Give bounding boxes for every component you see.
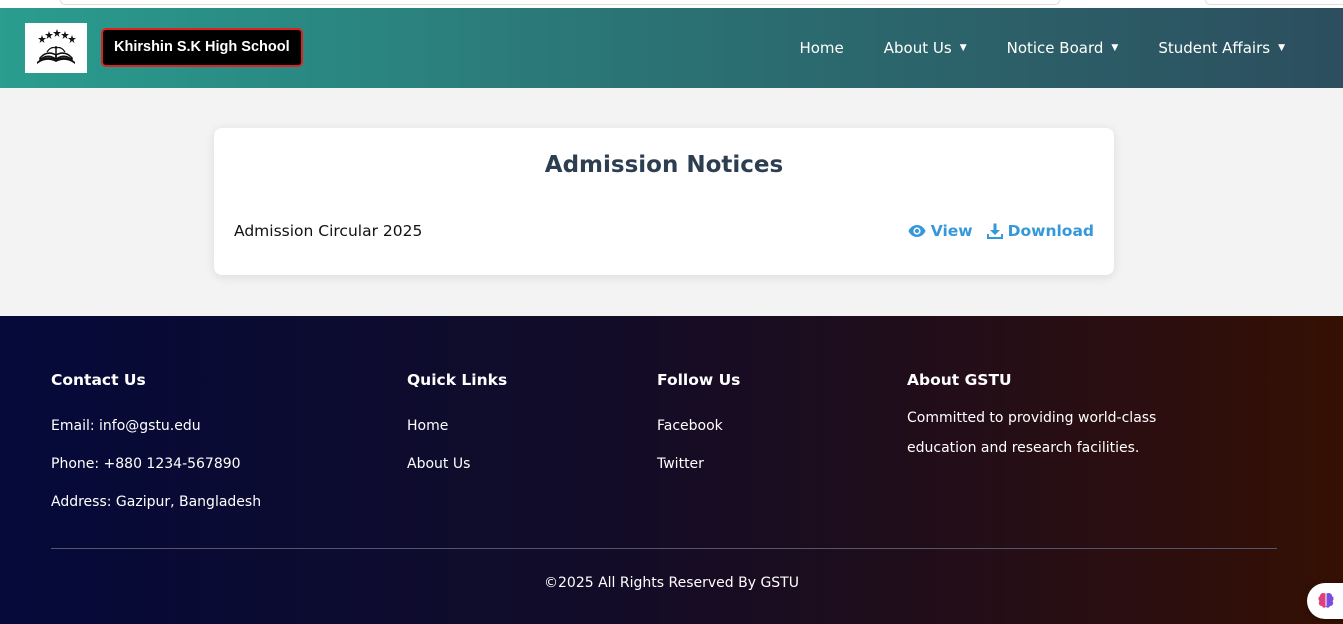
navbar: Khirshin S.K High School Home About Us ▼… (0, 8, 1343, 88)
footer-about-text: Committed to providing world-class educa… (907, 410, 1157, 456)
footer-divider (51, 548, 1277, 549)
download-link[interactable]: Download (986, 222, 1094, 240)
school-logo[interactable] (25, 23, 87, 73)
view-label: View (930, 222, 973, 240)
nav-notice-board-label: Notice Board (1006, 39, 1104, 57)
brain-icon (1318, 592, 1334, 608)
footer-quick-links-heading: Quick Links (407, 371, 508, 389)
nav-about-us-label: About Us (883, 39, 952, 57)
nav-home-label: Home (799, 39, 844, 57)
caret-down-icon: ▼ (1111, 43, 1119, 53)
footer-email: Email: info@gstu.edu (51, 418, 201, 434)
notice-title: Admission Circular 2025 (234, 222, 423, 240)
notice-actions: View Download (894, 222, 1094, 240)
book-stars-logo-icon (37, 29, 76, 64)
browser-top-strip (0, 0, 1343, 8)
footer-about-heading: About GSTU (907, 371, 1012, 389)
school-name-badge[interactable]: Khirshin S.K High School (101, 28, 303, 67)
main-content: Admission Notices Admission Circular 202… (0, 88, 1343, 316)
assistant-button[interactable] (1307, 583, 1343, 619)
footer-contact-heading: Contact Us (51, 371, 146, 389)
nav-student-affairs[interactable]: Student Affairs ▼ (1158, 39, 1285, 57)
nav-home[interactable]: Home (799, 39, 843, 57)
view-link[interactable]: View (908, 222, 973, 240)
footer-about: About GSTU Committed to providing world-… (907, 371, 1197, 463)
copyright-text: ©2025 All Rights Reserved By GSTU (544, 575, 799, 591)
footer-follow-us: Follow Us Facebook Twitter (657, 371, 740, 483)
address-bar-edge (60, 0, 1060, 5)
toolbar-edge (1205, 0, 1343, 5)
nav-student-affairs-label: Student Affairs (1158, 39, 1271, 57)
footer-link-twitter[interactable]: Twitter (657, 445, 740, 483)
page-title: Admission Notices (544, 152, 784, 178)
main-nav: Home About Us ▼ Notice Board ▼ Student A… (759, 8, 1285, 88)
footer-quick-links: Quick Links Home About Us (407, 371, 507, 483)
download-label: Download (1007, 222, 1094, 240)
footer-address: Address: Gazipur, Bangladesh (51, 494, 262, 510)
notice-row: Admission Circular 2025 View Download (234, 219, 1094, 243)
footer-link-facebook[interactable]: Facebook (657, 407, 740, 445)
footer-link-about-us[interactable]: About Us (407, 445, 507, 483)
caret-down-icon: ▼ (1278, 43, 1285, 53)
footer-follow-heading: Follow Us (657, 371, 741, 389)
eye-icon (908, 225, 926, 237)
nav-about-us[interactable]: About Us ▼ (884, 39, 967, 57)
nav-notice-board[interactable]: Notice Board ▼ (1007, 39, 1119, 57)
footer-phone: Phone: +880 1234-567890 (51, 456, 241, 472)
footer-link-home[interactable]: Home (407, 407, 507, 445)
download-icon (986, 223, 1003, 239)
caret-down-icon: ▼ (959, 43, 967, 53)
footer: Contact Us Email: info@gstu.edu Phone: +… (0, 316, 1343, 624)
admission-notices-card: Admission Notices Admission Circular 202… (214, 128, 1114, 275)
footer-contact: Contact Us Email: info@gstu.edu Phone: +… (51, 371, 261, 521)
